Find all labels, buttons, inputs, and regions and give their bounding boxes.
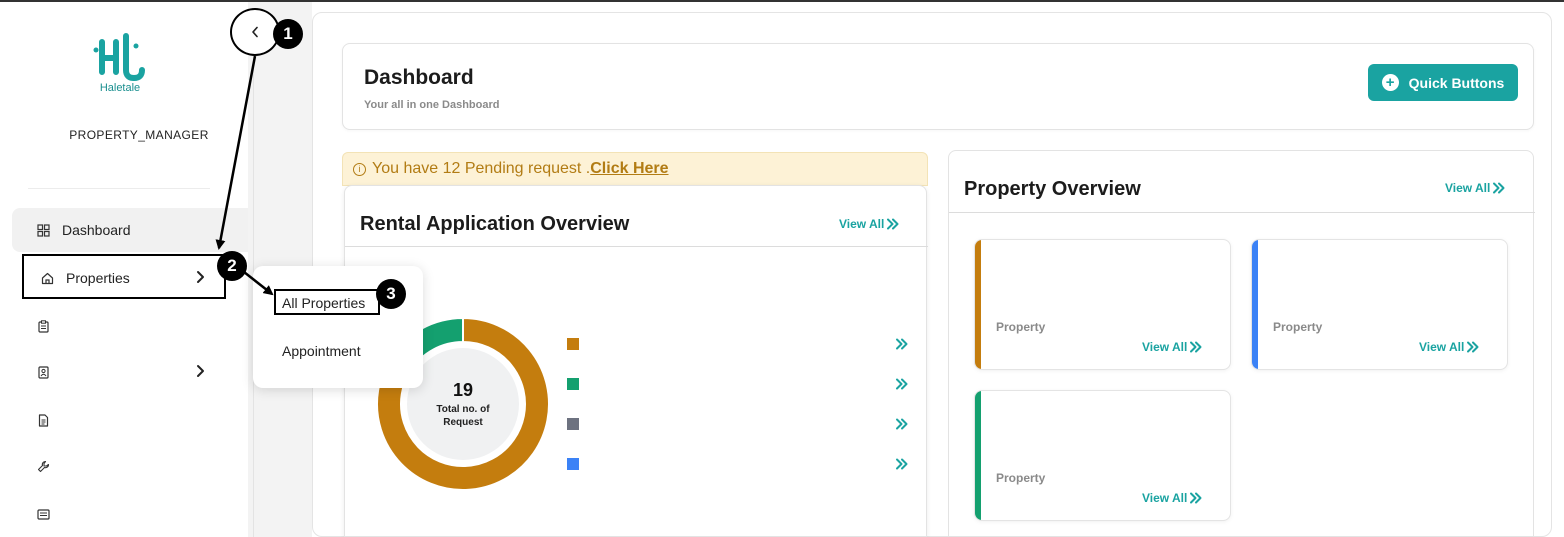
step-marker-3: 3 xyxy=(376,279,406,309)
step-marker-1: 1 xyxy=(273,19,303,49)
legend-swatch-2 xyxy=(567,378,579,390)
tile-view-all-link[interactable]: View All xyxy=(1142,491,1203,505)
quick-buttons-label: Quick Buttons xyxy=(1408,74,1505,91)
rental-card-title: Rental Application Overview xyxy=(360,213,630,235)
double-chevron-right-icon xyxy=(1467,341,1479,353)
view-all-label: View All xyxy=(1142,491,1188,505)
double-chevron-right-icon xyxy=(1190,492,1202,504)
double-chevron-right-icon[interactable] xyxy=(895,378,909,390)
property-overview-title: Property Overview xyxy=(964,178,1141,200)
rental-application-overview-card: Rental Application Overview View All 19 … xyxy=(344,185,928,537)
property-view-all-link[interactable]: View All xyxy=(1445,181,1506,195)
pending-click-here-link[interactable]: Click Here xyxy=(590,160,668,178)
submenu-item-appointment[interactable]: Appointment xyxy=(282,343,361,359)
page-subtitle: Your all in one Dashboard xyxy=(364,99,500,111)
donut-total-label: Total no. of Request xyxy=(436,403,490,428)
sidebar-item-label: Dashboard xyxy=(62,222,131,238)
step-marker-2: 2 xyxy=(217,251,247,281)
property-label: Property xyxy=(996,320,1046,334)
rental-card-divider xyxy=(345,246,928,247)
tile-accent-bar xyxy=(1252,240,1258,369)
sidebar-divider xyxy=(28,188,210,189)
info-icon: i xyxy=(353,162,366,176)
sidebar-item-documents[interactable] xyxy=(12,398,248,442)
property-tile[interactable]: Property View All xyxy=(974,239,1231,370)
tile-view-all-link[interactable]: View All xyxy=(1142,340,1203,354)
sidebar-item-listings[interactable] xyxy=(12,492,248,536)
view-all-label: View All xyxy=(839,217,885,231)
list-card-icon xyxy=(36,507,50,521)
double-chevron-right-icon[interactable] xyxy=(895,458,909,470)
user-role: PROPERTY_MANAGER xyxy=(69,128,209,142)
donut-total: 19 xyxy=(452,379,474,400)
sidebar-item-maintenance[interactable] xyxy=(12,444,248,488)
view-all-label: View All xyxy=(1142,340,1188,354)
properties-highlight-box xyxy=(22,254,226,299)
pending-text: You have 12 Pending request . xyxy=(372,160,591,177)
view-all-label: View All xyxy=(1445,181,1491,195)
wrench-icon xyxy=(36,459,50,473)
double-chevron-right-icon xyxy=(887,218,899,230)
app-root: Haletale PROPERTY_MANAGER Dashboard Prop… xyxy=(0,0,1564,537)
brand-name: Haletale xyxy=(99,82,141,94)
legend-swatch-3 xyxy=(567,418,579,430)
double-chevron-right-icon xyxy=(1493,182,1505,194)
dashboard-icon xyxy=(36,223,50,237)
property-tile[interactable]: Property View All xyxy=(974,390,1231,521)
double-chevron-right-icon[interactable] xyxy=(895,418,909,430)
sidebar-item-clipboard[interactable] xyxy=(12,304,248,348)
quick-buttons-button[interactable]: + Quick Buttons xyxy=(1368,64,1518,101)
double-chevron-right-icon[interactable] xyxy=(895,338,909,350)
property-label: Property xyxy=(996,471,1046,485)
chevron-right-icon xyxy=(197,365,204,377)
document-icon xyxy=(36,413,50,427)
property-tile[interactable]: Property View All xyxy=(1251,239,1508,370)
chevron-left-icon xyxy=(252,26,258,38)
rental-view-all-link[interactable]: View All xyxy=(839,217,900,231)
legend-swatch-1 xyxy=(567,338,579,350)
page-title: Dashboard xyxy=(364,66,474,89)
sidebar-item-dashboard[interactable]: Dashboard xyxy=(12,208,248,252)
view-all-label: View All xyxy=(1419,340,1465,354)
plus-circle-icon: + xyxy=(1381,74,1399,91)
all-properties-highlight-box xyxy=(274,289,380,315)
tile-accent-bar xyxy=(975,240,981,369)
property-overview-card: Property Overview View All Property View… xyxy=(948,150,1535,537)
contacts-book-icon xyxy=(36,365,50,379)
double-chevron-right-icon xyxy=(1190,341,1202,353)
legend-swatch-4 xyxy=(567,458,579,470)
property-label: Property xyxy=(1273,320,1323,334)
pending-requests-banner: i You have 12 Pending request . Click He… xyxy=(342,152,928,186)
dashboard-header: Dashboard Your all in one Dashboard + Qu… xyxy=(342,43,1534,130)
property-card-divider xyxy=(949,212,1535,213)
sidebar-item-contacts[interactable] xyxy=(12,350,248,394)
tile-accent-bar xyxy=(975,391,981,520)
clipboard-icon xyxy=(36,319,50,333)
tile-view-all-link[interactable]: View All xyxy=(1419,340,1480,354)
